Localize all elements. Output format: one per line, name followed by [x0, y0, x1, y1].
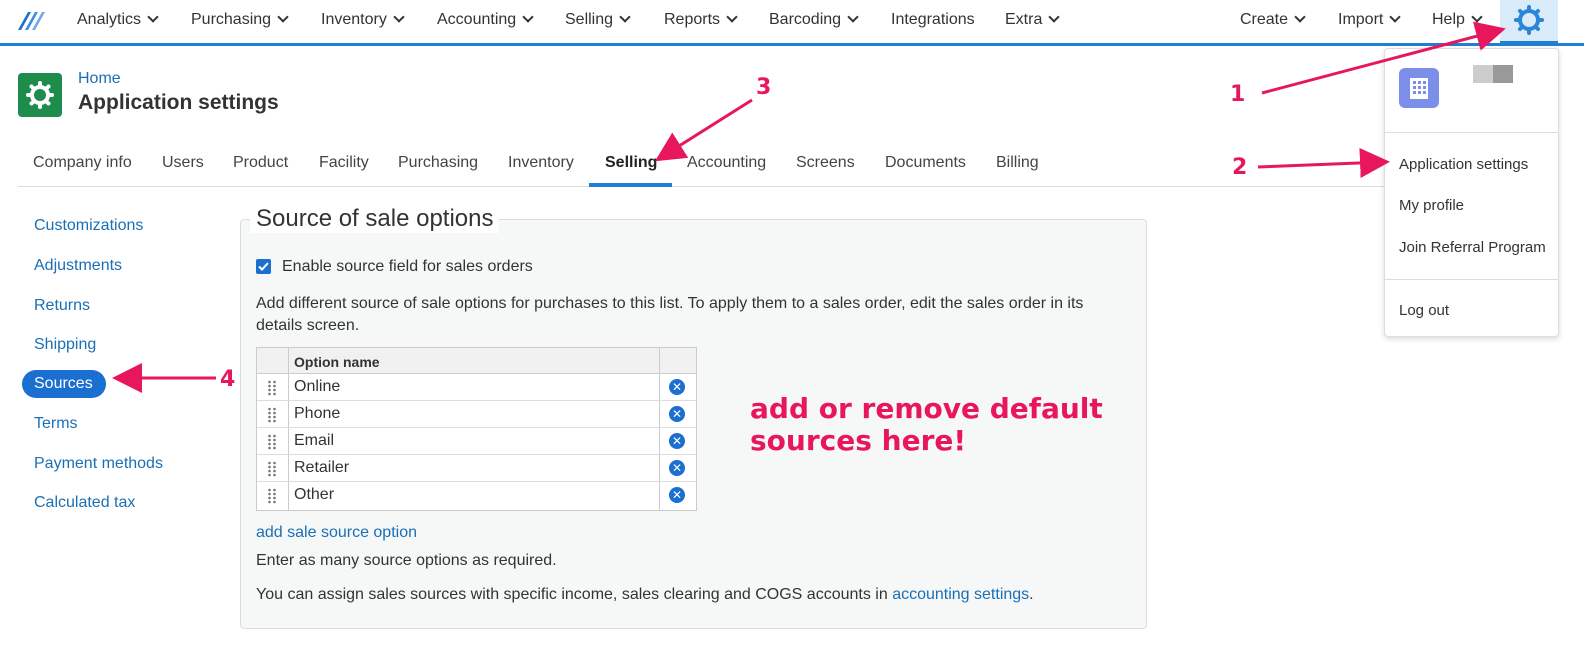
arrow-2 — [1257, 147, 1390, 178]
arrow-3 — [654, 98, 753, 162]
annotation-arrows — [112, 21, 1506, 393]
arrow-1 — [1261, 21, 1506, 95]
